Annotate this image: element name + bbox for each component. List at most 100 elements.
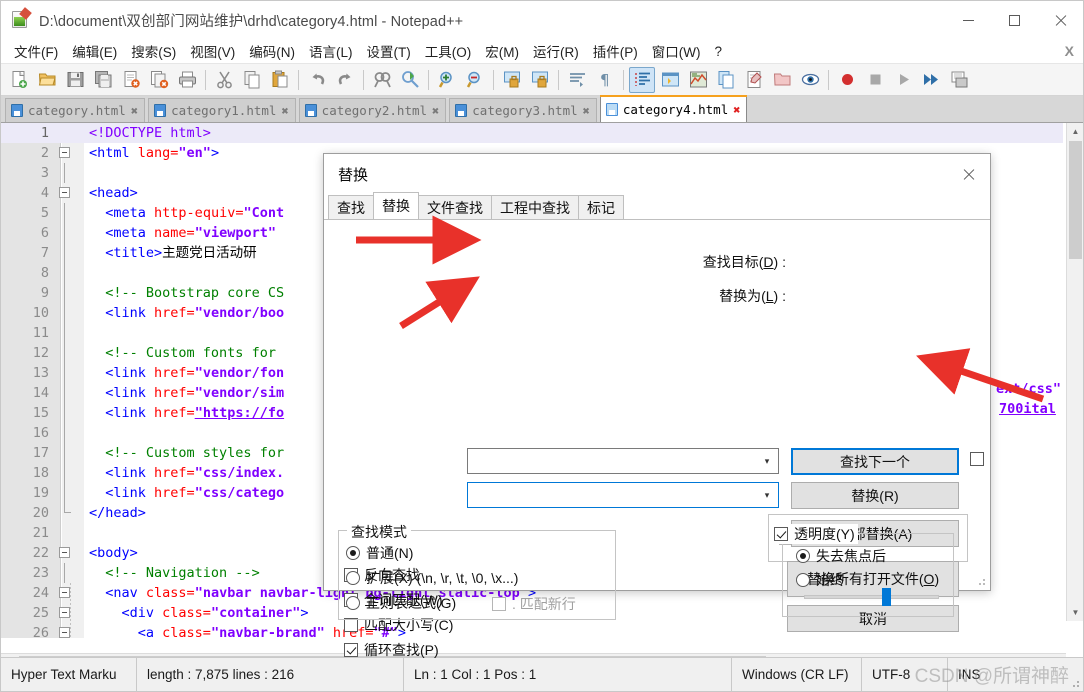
print-icon[interactable] [174, 67, 200, 93]
fold-marker[interactable] [55, 163, 77, 183]
checkbox-extra-toggle[interactable] [970, 452, 984, 466]
chevron-down-icon[interactable]: ▾ [756, 449, 778, 473]
replace-button[interactable]: 替换(R) [791, 482, 959, 509]
tab-close-icon[interactable]: ✖ [733, 104, 740, 116]
user-defined-dialog-icon[interactable] [657, 67, 683, 93]
tab-category1-html[interactable]: category1.html ✖ [148, 98, 296, 122]
dialog-close-button[interactable] [946, 154, 990, 194]
find-icon[interactable] [369, 67, 395, 93]
show-doc-map-icon[interactable] [685, 67, 711, 93]
fold-marker[interactable] [55, 183, 77, 203]
checkbox-transparency[interactable]: 透明度(Y) [771, 524, 858, 544]
dialog-tab-find[interactable]: 查找 [328, 195, 374, 219]
dialog-resize-grip[interactable] [975, 575, 987, 587]
chevron-down-icon[interactable]: ▾ [756, 483, 778, 507]
save-icon[interactable] [62, 67, 88, 93]
fold-marker[interactable] [55, 543, 77, 563]
menu-help[interactable]: ? [707, 42, 729, 61]
minimize-button[interactable] [945, 1, 991, 39]
fold-marker[interactable] [55, 443, 77, 463]
zoom-out-icon[interactable] [462, 67, 488, 93]
redo-icon[interactable] [332, 67, 358, 93]
fold-marker[interactable] [55, 403, 77, 423]
replace-icon[interactable] [397, 67, 423, 93]
vertical-scrollbar[interactable]: ▲ ▼ [1066, 123, 1083, 621]
replace-with-input[interactable] [468, 484, 756, 506]
save-macro-icon[interactable] [946, 67, 972, 93]
vertical-scroll-thumb[interactable] [1069, 141, 1082, 259]
menu-view[interactable]: 视图(V) [183, 39, 242, 63]
scroll-down-arrow-icon[interactable]: ▼ [1067, 604, 1084, 621]
checkbox-wrap-around[interactable]: 循环查找(P) [344, 640, 439, 660]
tab-close-icon[interactable]: ✖ [432, 105, 439, 117]
tab-close-icon[interactable]: ✖ [583, 105, 590, 117]
dialog-tab-find-in-files[interactable]: 文件查找 [418, 195, 492, 219]
menu-edit[interactable]: 编辑(E) [65, 39, 124, 63]
transparency-slider-track[interactable] [804, 595, 939, 599]
resize-grip[interactable] [1069, 677, 1081, 689]
menu-settings[interactable]: 设置(T) [360, 39, 418, 63]
fold-marker[interactable] [55, 523, 77, 543]
function-list-icon[interactable] [741, 67, 767, 93]
close-document-button[interactable]: X [1065, 43, 1074, 59]
sync-vertical-scroll-icon[interactable] [499, 67, 525, 93]
fold-marker[interactable] [55, 463, 77, 483]
menu-search[interactable]: 搜索(S) [124, 39, 183, 63]
tab-close-icon[interactable]: ✖ [131, 105, 138, 117]
indent-guide-icon[interactable] [629, 66, 655, 93]
fold-marker[interactable] [55, 283, 77, 303]
dialog-tab-replace[interactable]: 替换 [373, 192, 419, 219]
show-all-chars-icon[interactable]: ¶ [592, 67, 618, 93]
fold-marker[interactable] [55, 303, 77, 323]
stop-macro-icon[interactable] [862, 67, 888, 93]
folder-workspace-icon[interactable] [769, 67, 795, 93]
radio-transparency-always[interactable]: 始终 [796, 570, 844, 590]
new-file-icon[interactable] [6, 67, 32, 93]
play-macro-icon[interactable] [890, 67, 916, 93]
transparency-slider-thumb[interactable] [882, 588, 891, 606]
fold-marker[interactable] [55, 343, 77, 363]
paste-icon[interactable] [267, 67, 293, 93]
close-button[interactable] [1037, 1, 1083, 39]
tab-category3-html[interactable]: category3.html ✖ [449, 98, 597, 122]
fold-marker[interactable] [55, 423, 77, 443]
open-file-icon[interactable] [34, 67, 60, 93]
fast-play-macro-icon[interactable] [918, 67, 944, 93]
menu-macro[interactable]: 宏(M) [478, 39, 526, 63]
copy-icon[interactable] [239, 67, 265, 93]
menu-plugins[interactable]: 插件(P) [586, 39, 645, 63]
undo-icon[interactable] [304, 67, 330, 93]
close-file-icon[interactable] [118, 67, 144, 93]
fold-marker[interactable] [55, 383, 77, 403]
fold-marker[interactable] [55, 223, 77, 243]
radio-mode-regex[interactable]: 正则表达式(G) [346, 593, 456, 613]
menu-window[interactable]: 窗口(W) [645, 39, 708, 63]
fold-marker[interactable] [55, 243, 77, 263]
tab-category2-html[interactable]: category2.html ✖ [298, 98, 447, 122]
close-all-icon[interactable] [146, 67, 172, 93]
fold-marker[interactable] [55, 323, 77, 343]
fold-marker[interactable] [55, 563, 77, 583]
menu-encoding[interactable]: 编码(N) [242, 39, 302, 63]
find-next-button[interactable]: 查找下一个 [791, 448, 959, 475]
menu-run[interactable]: 运行(R) [526, 39, 586, 63]
tab-category-html[interactable]: category.html ✖ [5, 98, 146, 122]
cut-icon[interactable] [211, 67, 237, 93]
menu-tools[interactable]: 工具(O) [418, 39, 479, 63]
fold-marker[interactable] [55, 623, 77, 638]
record-macro-icon[interactable] [834, 67, 860, 93]
monitor-icon[interactable] [797, 67, 823, 93]
find-what-input[interactable] [468, 450, 756, 472]
menu-language[interactable]: 语言(L) [302, 39, 360, 63]
replace-with-combobox[interactable]: ▾ [467, 482, 779, 508]
sync-horizontal-scroll-icon[interactable] [527, 67, 553, 93]
fold-marker[interactable] [55, 483, 77, 503]
find-what-combobox[interactable]: ▾ [467, 448, 779, 474]
dialog-tab-find-in-projects[interactable]: 工程中查找 [491, 195, 579, 219]
fold-marker[interactable] [55, 143, 77, 163]
maximize-button[interactable] [991, 1, 1037, 39]
tab-close-icon[interactable]: ✖ [281, 105, 288, 117]
menu-file[interactable]: 文件(F) [7, 39, 65, 63]
fold-marker[interactable] [55, 583, 77, 603]
zoom-in-icon[interactable] [434, 67, 460, 93]
